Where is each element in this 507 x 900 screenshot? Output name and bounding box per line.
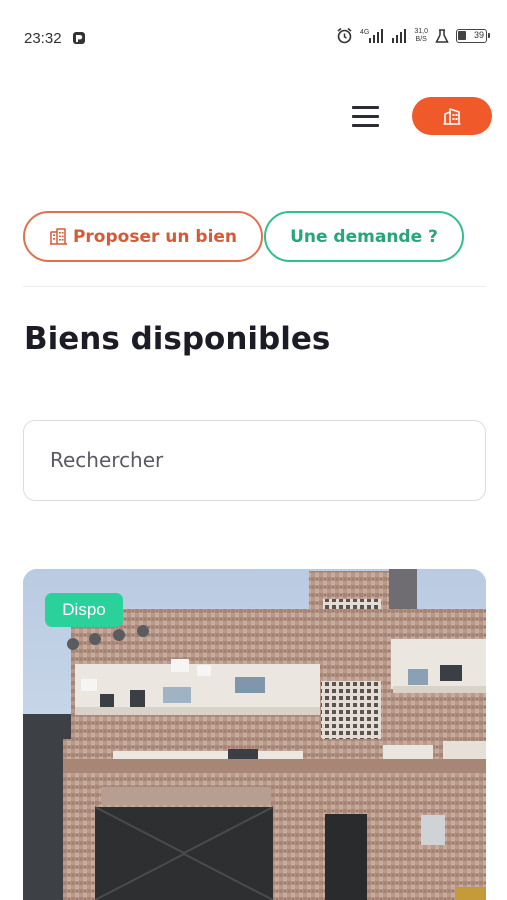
network-speed: 31,0 B/S xyxy=(414,28,428,44)
alarm-icon xyxy=(337,27,352,44)
battery-level: 39 xyxy=(473,29,484,40)
status-time: 23:32 xyxy=(24,30,62,47)
battery-icon: 39 xyxy=(456,28,490,43)
svg-text:4G: 4G xyxy=(360,29,369,36)
search-input[interactable] xyxy=(50,421,470,499)
notification-app-icon xyxy=(73,32,85,44)
status-bar: 23:32 4G 31,0 B/S 39 xyxy=(0,0,507,78)
signal-icon xyxy=(392,29,407,43)
network-speed-value: 31,0 xyxy=(414,27,428,35)
search-box[interactable] xyxy=(23,420,486,501)
status-badge: Dispo xyxy=(45,593,123,627)
divider xyxy=(23,286,486,287)
property-card[interactable]: Dispo xyxy=(23,569,486,900)
page-title: Biens disponibles xyxy=(24,321,331,357)
building-icon xyxy=(49,228,67,245)
network-speed-unit: B/S xyxy=(415,35,427,43)
4g-signal-icon: 4G xyxy=(360,29,384,43)
building-icon xyxy=(443,108,461,125)
request-label: Une demande ? xyxy=(290,226,438,247)
propose-property-button[interactable]: Proposer un bien xyxy=(23,211,263,262)
property-button[interactable] xyxy=(412,97,492,135)
propose-property-label: Proposer un bien xyxy=(72,226,238,247)
hamburger-menu-icon[interactable] xyxy=(350,104,382,130)
vpn-icon xyxy=(435,28,449,43)
status-icons: 4G 31,0 B/S 39 xyxy=(336,27,490,44)
request-button[interactable]: Une demande ? xyxy=(264,211,464,262)
